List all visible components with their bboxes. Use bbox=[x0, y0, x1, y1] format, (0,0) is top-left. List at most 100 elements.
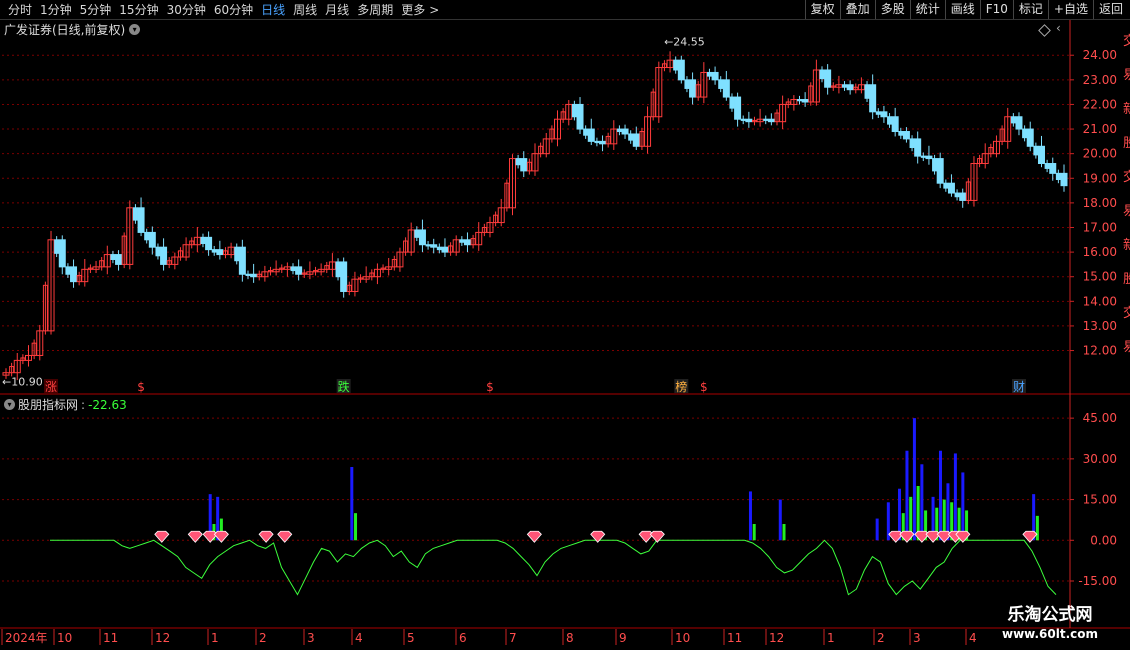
time-label: 10 bbox=[57, 631, 72, 645]
candle-body bbox=[234, 246, 240, 262]
candle-body bbox=[463, 239, 471, 246]
candle-body bbox=[430, 244, 438, 248]
side-text: 交 bbox=[1123, 169, 1130, 185]
indicator-bar-blue bbox=[905, 450, 909, 541]
candle-body bbox=[628, 133, 634, 141]
candle-body bbox=[673, 59, 679, 71]
candle-body bbox=[767, 118, 775, 123]
event-marker: 榜 bbox=[675, 379, 687, 394]
indicator-bar-blue bbox=[875, 518, 879, 541]
indicator-bar-blue bbox=[961, 472, 965, 541]
watermark-url: www.60lt.com bbox=[1001, 627, 1099, 641]
candle-body bbox=[110, 254, 116, 260]
time-label: 4 bbox=[969, 631, 977, 645]
watermark: 乐淘公式网 www.60lt.com bbox=[986, 604, 1114, 646]
event-marker: $ bbox=[486, 380, 494, 394]
candle-body bbox=[954, 192, 960, 198]
candle-body bbox=[1037, 145, 1045, 165]
candle-body bbox=[132, 207, 138, 221]
event-marker: 涨 bbox=[45, 379, 57, 394]
candle-body bbox=[936, 158, 944, 184]
y-tick-label: 19.00 bbox=[1083, 171, 1117, 185]
diamond-icon bbox=[888, 530, 904, 543]
event-marker: 跌 bbox=[338, 379, 350, 394]
candle-body bbox=[925, 155, 933, 160]
candle-body bbox=[436, 246, 442, 251]
side-text: 易 bbox=[1123, 340, 1130, 355]
candle-body bbox=[1026, 128, 1034, 147]
candle-body bbox=[238, 246, 246, 275]
indicator-bar-green bbox=[1035, 515, 1039, 541]
candle-body bbox=[1015, 116, 1023, 130]
candle-body bbox=[729, 96, 735, 109]
candle-body bbox=[632, 133, 640, 147]
y-tick-label: 21.00 bbox=[1083, 122, 1117, 136]
y-tick-label: 20.00 bbox=[1083, 147, 1117, 161]
candle-body bbox=[58, 239, 66, 268]
candle-body bbox=[684, 79, 690, 89]
indicator-line bbox=[50, 539, 1057, 596]
y-tick-label: 23.00 bbox=[1083, 73, 1117, 87]
candle-body bbox=[250, 273, 258, 278]
candle-body bbox=[740, 118, 746, 121]
candle-body bbox=[914, 138, 922, 157]
side-text: 交 bbox=[1123, 33, 1130, 49]
time-label: 9 bbox=[619, 631, 627, 645]
low-price-label: ←10.90 bbox=[2, 375, 43, 388]
event-marker: $ bbox=[700, 380, 708, 394]
indicator-bar-blue bbox=[350, 467, 354, 541]
time-label: 5 bbox=[407, 631, 415, 645]
candle-body bbox=[216, 249, 224, 256]
time-label: 1 bbox=[827, 631, 835, 645]
candle-body bbox=[414, 229, 420, 238]
time-label: 12 bbox=[155, 631, 170, 645]
candle-body bbox=[947, 182, 955, 194]
time-label: 2024年 bbox=[5, 631, 48, 645]
candle-body bbox=[880, 111, 888, 118]
indicator-bar-green bbox=[752, 524, 756, 541]
y-tick-label: 15.00 bbox=[1083, 270, 1117, 284]
candle-body bbox=[1049, 163, 1057, 174]
candle-body bbox=[1044, 163, 1050, 169]
candle-body bbox=[1022, 128, 1028, 139]
candle-body bbox=[943, 182, 949, 189]
candle-body bbox=[599, 140, 607, 145]
y-tick-label: 13.00 bbox=[1083, 319, 1117, 333]
candle-body bbox=[583, 128, 589, 136]
diamond-icon bbox=[526, 530, 542, 543]
candle-body bbox=[842, 84, 848, 88]
candle-body bbox=[594, 140, 600, 144]
indicator-bar-blue bbox=[748, 491, 752, 541]
candle-body bbox=[869, 84, 877, 113]
candle-body bbox=[571, 103, 577, 118]
candle-body bbox=[144, 231, 150, 241]
y-tick-label: 15.00 bbox=[1083, 493, 1117, 507]
watermark-title: 乐淘公式网 bbox=[1007, 605, 1093, 625]
diamond-icon bbox=[258, 530, 274, 543]
time-label: 12 bbox=[769, 631, 784, 645]
candle-body bbox=[155, 246, 161, 257]
candle-body bbox=[801, 99, 809, 103]
indicator-bar-blue bbox=[920, 464, 924, 541]
y-tick-label: -15.00 bbox=[1078, 574, 1117, 588]
indicator-bar-green bbox=[782, 524, 786, 541]
indicator-bar-green bbox=[354, 513, 358, 541]
candle-body bbox=[587, 128, 595, 142]
candle-body bbox=[340, 261, 348, 292]
candle-body bbox=[711, 71, 719, 81]
candle-body bbox=[734, 96, 742, 120]
candle-body bbox=[846, 84, 854, 91]
candle-body bbox=[959, 192, 967, 201]
candle-body bbox=[718, 79, 724, 89]
diamond-icon bbox=[936, 530, 952, 543]
candle-body bbox=[616, 128, 622, 133]
time-label: 2 bbox=[259, 631, 267, 645]
chart-canvas[interactable]: 12.00 13.00 14.00 15.00 16.00 17.00 18.00 19.00… bbox=[0, 0, 1130, 650]
side-text: 新 bbox=[1123, 237, 1130, 253]
time-label: 1 bbox=[211, 631, 219, 645]
candle-body bbox=[891, 116, 899, 133]
candle-body bbox=[689, 79, 697, 98]
candle-body bbox=[425, 244, 431, 247]
candle-body bbox=[418, 229, 426, 246]
candle-body bbox=[763, 118, 769, 121]
